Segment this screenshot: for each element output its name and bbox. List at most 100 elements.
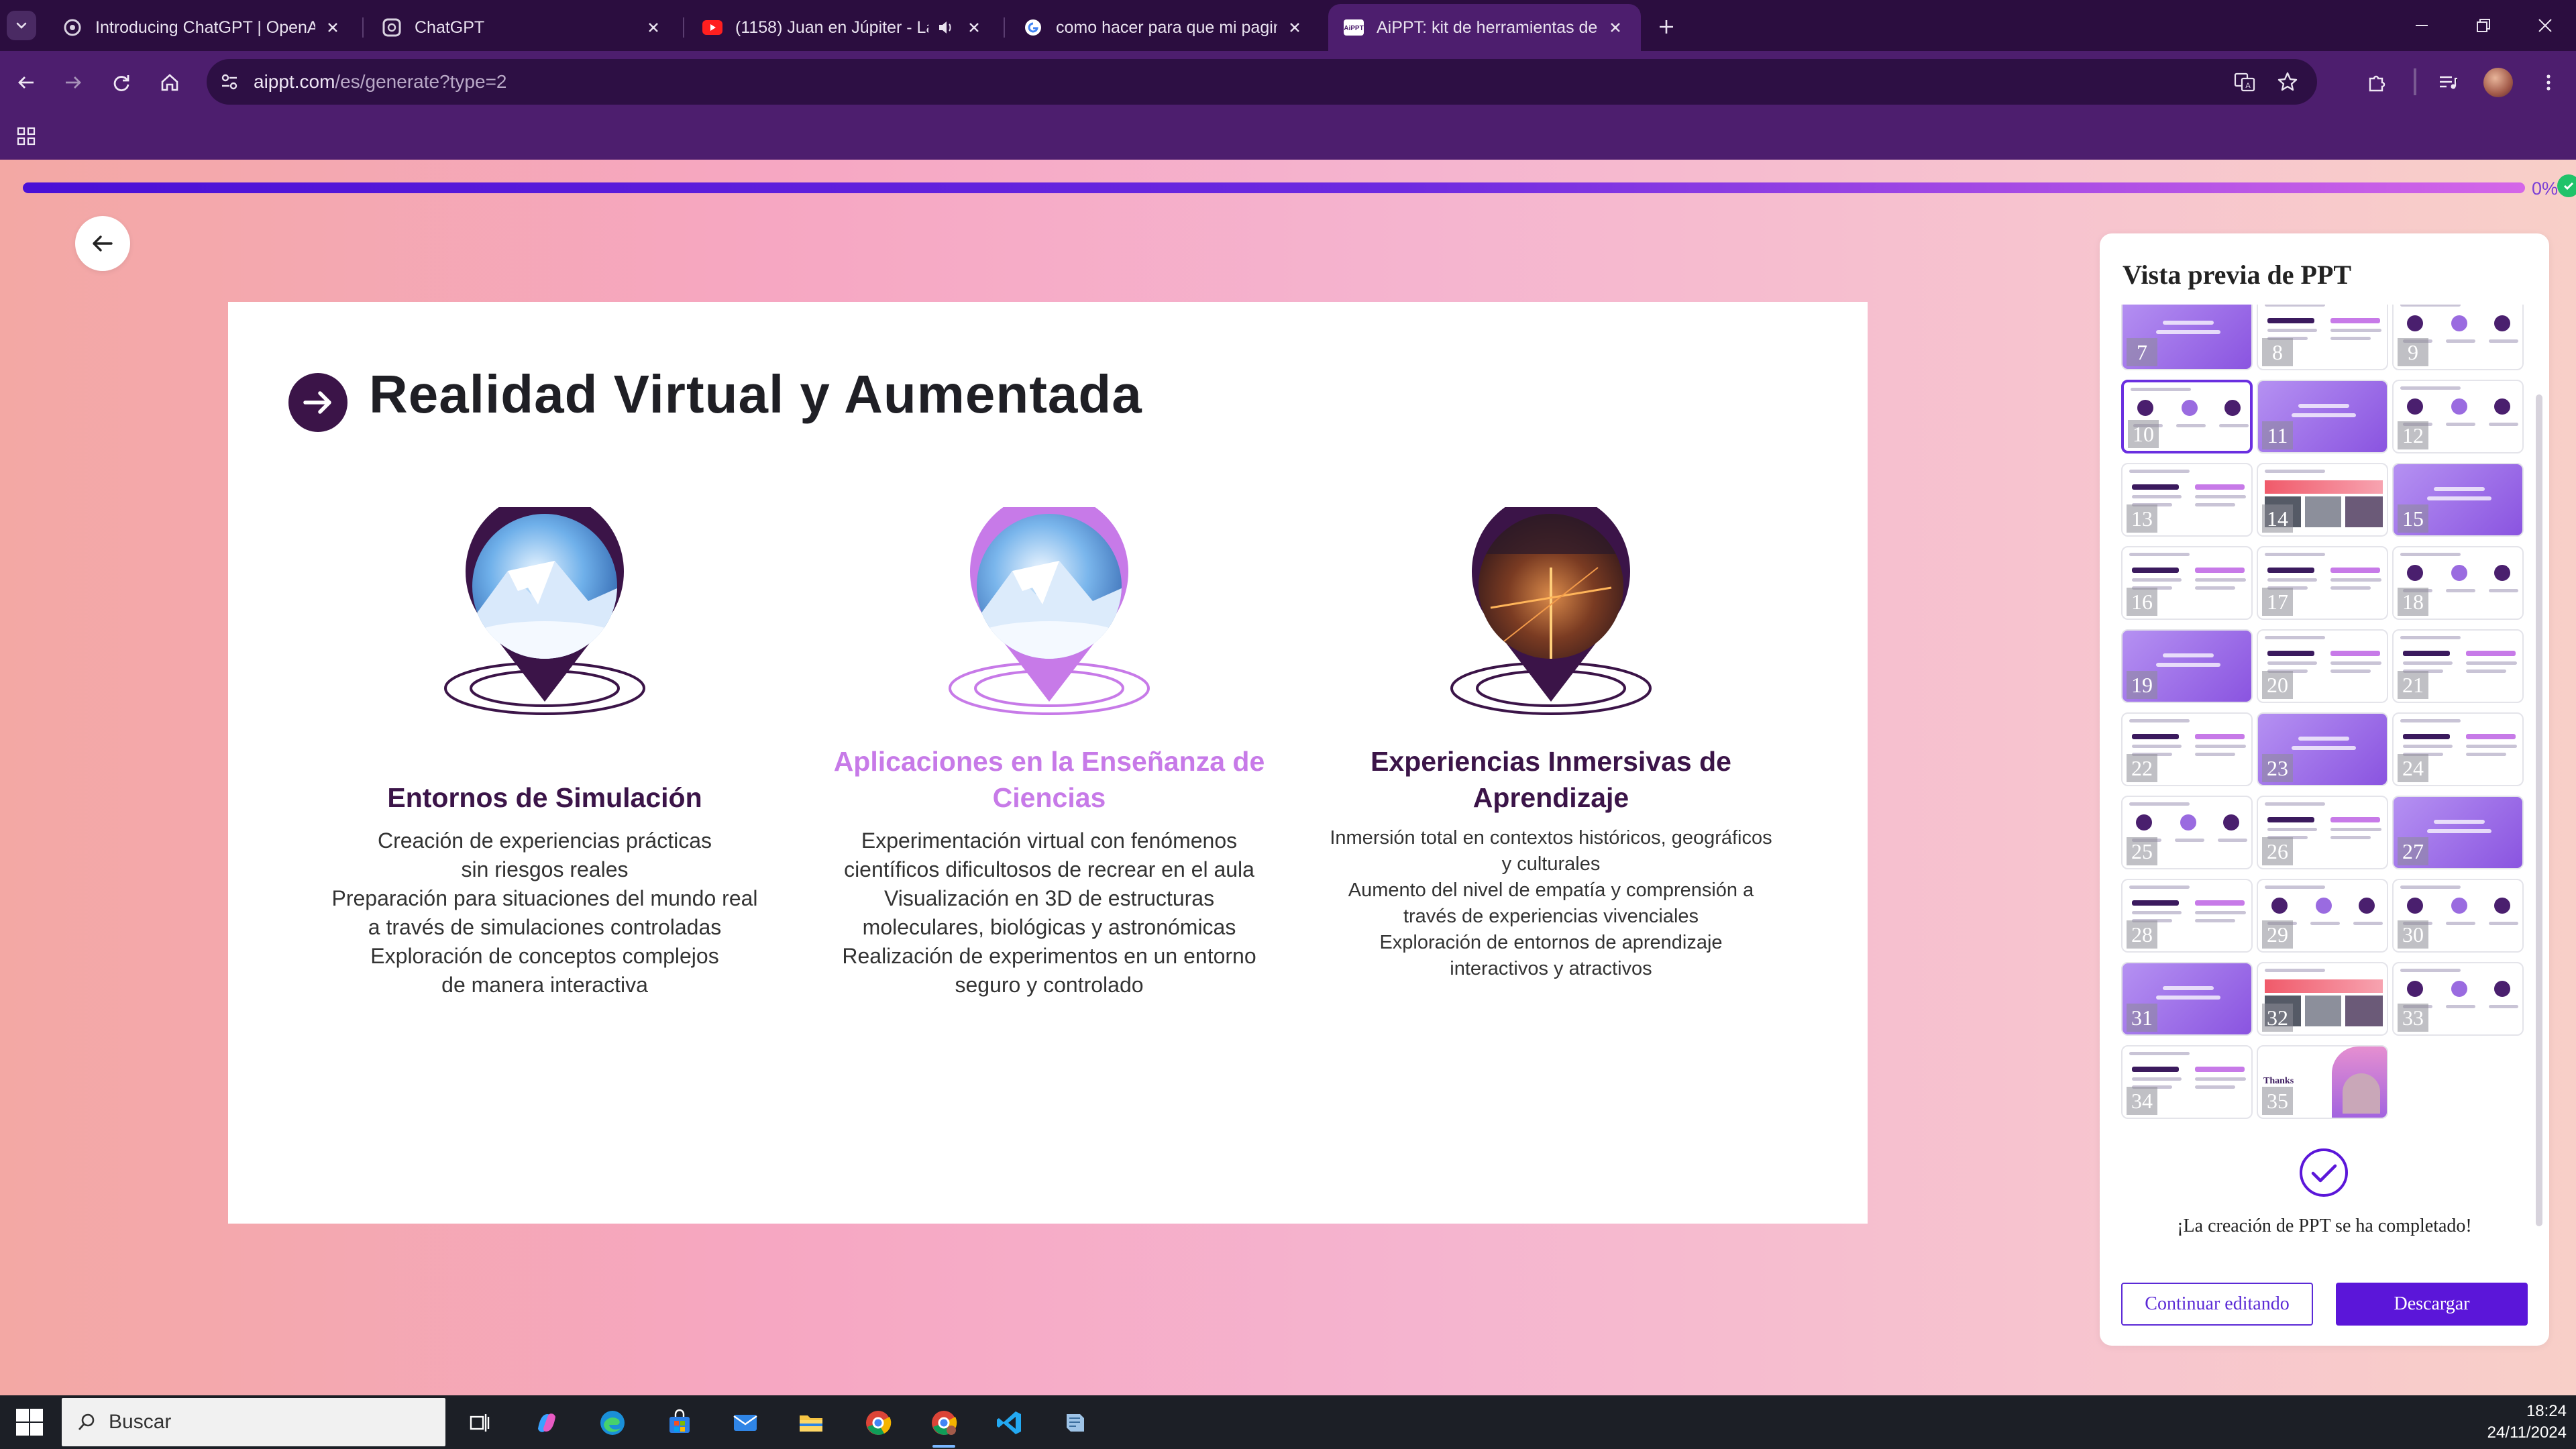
- thumbnail-number: 20: [2262, 671, 2293, 699]
- slide-thumbnail[interactable]: 24: [2392, 712, 2524, 786]
- slide-thumbnail[interactable]: 34: [2121, 1045, 2253, 1119]
- slide-thumbnail[interactable]: 29: [2257, 879, 2388, 953]
- windows-taskbar: Buscar 18:24 24/11/2024: [0, 1395, 2576, 1449]
- close-icon[interactable]: [1605, 17, 1626, 38]
- slide-thumbnail[interactable]: 19: [2121, 629, 2253, 703]
- thumbnail-number: 7: [2127, 338, 2157, 366]
- slide-thumbnail[interactable]: 18: [2392, 546, 2524, 620]
- thumbnail-number: 9: [2398, 338, 2428, 366]
- close-icon[interactable]: [643, 17, 664, 38]
- slide-thumbnail[interactable]: 7: [2121, 305, 2253, 370]
- slide-thumbnail[interactable]: 9: [2392, 305, 2524, 370]
- edge-icon[interactable]: [594, 1405, 631, 1441]
- site-settings-icon[interactable]: [215, 67, 244, 97]
- page-content: 0% Realidad Virtual y Aumentada Entornos…: [0, 160, 2576, 1395]
- arrow-right-icon: [66, 76, 81, 89]
- address-bar[interactable]: aippt.com/es/generate?type=2 A: [207, 59, 2317, 105]
- slide-thumbnail[interactable]: 10: [2121, 380, 2253, 453]
- youtube-icon: [702, 17, 723, 38]
- clock-date: 24/11/2024: [2487, 1424, 2567, 1442]
- slide-thumbnail[interactable]: Thanks 35: [2257, 1045, 2388, 1119]
- close-icon[interactable]: [963, 17, 985, 38]
- slide-thumbnail[interactable]: 21: [2392, 629, 2524, 703]
- tab-google[interactable]: como hacer para que mi pagina: [1008, 4, 1320, 51]
- home-icon: [161, 74, 178, 91]
- puzzle-icon: [2369, 75, 2385, 92]
- chrome-profile-icon[interactable]: [926, 1405, 962, 1448]
- file-explorer-icon[interactable]: [793, 1405, 829, 1441]
- completion-message: ¡La creación de PPT se ha completado!: [2177, 1216, 2472, 1236]
- arrow-left-icon: [18, 76, 34, 89]
- chevron-down-icon: [16, 22, 27, 29]
- slide-thumbnail[interactable]: 12: [2392, 380, 2524, 453]
- avatar[interactable]: [2483, 68, 2513, 97]
- slide-thumbnail[interactable]: 8: [2257, 305, 2388, 370]
- close-icon[interactable]: [322, 17, 343, 38]
- task-view-icon[interactable]: [462, 1405, 498, 1441]
- tab-aippt[interactable]: AiPPT AiPPT: kit de herramientas de p: [1328, 4, 1641, 51]
- slide-thumbnail[interactable]: 11: [2257, 380, 2388, 453]
- reload-button[interactable]: [105, 66, 138, 99]
- tab-openai[interactable]: Introducing ChatGPT | OpenAI: [47, 4, 358, 51]
- back-button[interactable]: [75, 216, 130, 271]
- thumbnail-number: 31: [2127, 1004, 2157, 1032]
- thumbnail-number: 8: [2262, 338, 2293, 366]
- speaker-icon[interactable]: [935, 17, 957, 38]
- slide-thumbnail[interactable]: 31: [2121, 962, 2253, 1036]
- copilot-icon[interactable]: [529, 1405, 565, 1441]
- minimize-button[interactable]: [2402, 9, 2442, 42]
- scrollbar[interactable]: [2536, 394, 2542, 1226]
- taskbar-search[interactable]: Buscar: [62, 1398, 445, 1446]
- app-icon[interactable]: [1057, 1405, 1093, 1441]
- thumbnail-number: 35: [2262, 1087, 2293, 1115]
- tab-chatgpt[interactable]: ChatGPT: [366, 4, 679, 51]
- slide-thumbnail[interactable]: 26: [2257, 796, 2388, 869]
- extensions-button[interactable]: [2360, 66, 2394, 99]
- download-button[interactable]: Descargar: [2336, 1283, 2528, 1326]
- tab-youtube[interactable]: (1158) Juan en Júpiter - La f: [687, 4, 1000, 51]
- column-text-line: Preparación para situaciones del mundo r…: [331, 886, 758, 939]
- slide-thumbnail[interactable]: 25: [2121, 796, 2253, 869]
- aippt-icon: AiPPT: [1343, 17, 1364, 38]
- tab-search-button[interactable]: [7, 11, 36, 40]
- browser-toolbar: aippt.com/es/generate?type=2 A: [0, 51, 2576, 113]
- store-icon[interactable]: [661, 1405, 698, 1441]
- apps-grid-icon[interactable]: [12, 122, 40, 150]
- chrome-icon[interactable]: [860, 1405, 896, 1441]
- slide-thumbnail[interactable]: 32: [2257, 962, 2388, 1036]
- slide-thumbnail[interactable]: 33: [2392, 962, 2524, 1036]
- slide-thumbnail[interactable]: 22: [2121, 712, 2253, 786]
- windows-start-icon[interactable]: [15, 1407, 44, 1437]
- translate-icon[interactable]: A: [2230, 67, 2259, 97]
- slide-thumbnail[interactable]: 13: [2121, 463, 2253, 537]
- more-menu-button[interactable]: [2532, 66, 2565, 99]
- slide-thumbnail[interactable]: 14: [2257, 463, 2388, 537]
- slide-thumbnail[interactable]: 23: [2257, 712, 2388, 786]
- check-circle-icon: [2300, 1148, 2348, 1197]
- thumbnail-number: 10: [2128, 420, 2159, 448]
- svg-text:AiPPT: AiPPT: [1344, 25, 1363, 32]
- tab-title: AiPPT: kit de herramientas de p: [1377, 17, 1598, 37]
- bookmark-star-icon[interactable]: [2273, 67, 2302, 97]
- slide-thumbnail[interactable]: 16: [2121, 546, 2253, 620]
- slide-thumbnail[interactable]: 15: [2392, 463, 2524, 537]
- restore-button[interactable]: [2463, 9, 2504, 42]
- slide-thumbnail[interactable]: 20: [2257, 629, 2388, 703]
- slide-thumbnail[interactable]: 30: [2392, 879, 2524, 953]
- home-button[interactable]: [153, 66, 186, 99]
- back-nav-button[interactable]: [9, 66, 43, 99]
- close-window-button[interactable]: [2525, 9, 2565, 42]
- continue-editing-button[interactable]: Continuar editando: [2121, 1283, 2313, 1326]
- vscode-icon[interactable]: [991, 1405, 1028, 1441]
- new-tab-button[interactable]: [1652, 12, 1681, 42]
- close-icon[interactable]: [1284, 17, 1305, 38]
- slide-thumbnail[interactable]: 17: [2257, 546, 2388, 620]
- slide-thumbnail[interactable]: 27: [2392, 796, 2524, 869]
- column-text-line: Aumento del nivel de empatía y comprensi…: [1348, 879, 1754, 927]
- taskbar-clock[interactable]: 18:24 24/11/2024: [2475, 1401, 2567, 1444]
- forward-nav-button[interactable]: [56, 66, 90, 99]
- thumbnail-number: 27: [2398, 837, 2428, 865]
- slide-thumbnail[interactable]: 28: [2121, 879, 2253, 953]
- media-control-button[interactable]: [2431, 66, 2465, 99]
- mail-icon[interactable]: [727, 1405, 763, 1441]
